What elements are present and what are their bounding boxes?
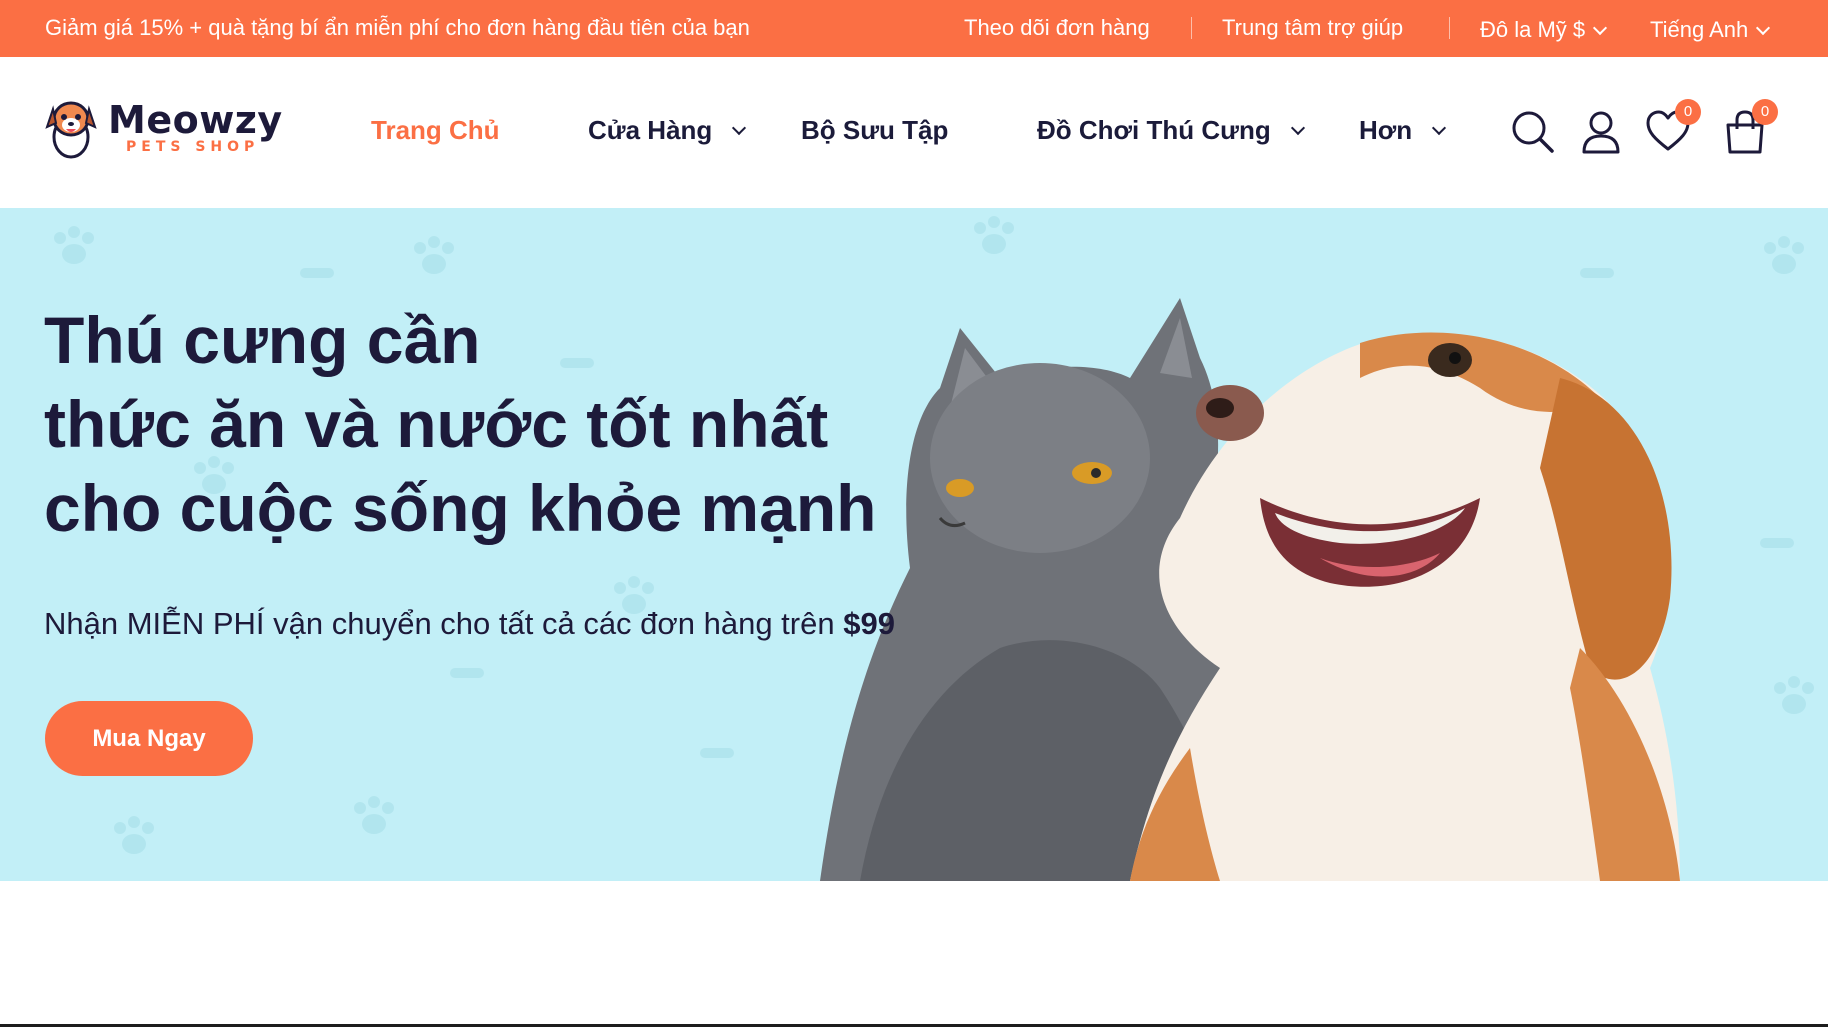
nav-collections[interactable]: Bộ Sưu Tập (801, 115, 948, 146)
account-button[interactable] (1578, 109, 1624, 155)
hero-title: Thú cưng cần thức ăn và nước tốt nhất ch… (44, 298, 944, 550)
hero-title-line-2: thức ăn và nước tốt nhất (44, 387, 829, 461)
hero-subtitle-amount: $99 (843, 606, 895, 641)
search-button[interactable] (1510, 109, 1556, 155)
hero-title-line-1: Thú cưng cần (44, 303, 481, 377)
site-header: Meowzy PETS SHOP Trang Chủ Cửa Hàng Bộ S… (0, 57, 1828, 208)
nav-pet-toys-label: Đồ Chơi Thú Cưng (1037, 115, 1271, 145)
brand-tagline: PETS SHOP (126, 139, 260, 155)
track-order-link[interactable]: Theo dõi đơn hàng (964, 15, 1150, 41)
divider (1191, 17, 1192, 39)
brand-name: Meowzy (108, 98, 283, 142)
hero-subtitle-text: Nhận MIỄN PHÍ vận chuyển cho tất cả các … (44, 606, 835, 641)
chevron-down-icon (732, 120, 747, 136)
nav-home-label: Trang Chủ (371, 115, 500, 145)
chevron-down-icon (1593, 20, 1608, 35)
chevron-down-icon (1756, 20, 1771, 35)
nav-more-label: Hơn (1359, 115, 1413, 145)
hero-subtitle: Nhận MIỄN PHÍ vận chuyển cho tất cả các … (44, 606, 895, 642)
currency-label: Đô la Mỹ $ (1480, 17, 1586, 42)
wishlist-button[interactable]: 0 (1645, 99, 1701, 155)
hero-banner: Thú cưng cần thức ăn và nước tốt nhất ch… (0, 208, 1828, 881)
wishlist-count-badge: 0 (1675, 99, 1701, 125)
nav-pet-toys[interactable]: Đồ Chơi Thú Cưng (1037, 115, 1305, 146)
search-icon (1512, 111, 1554, 153)
chevron-down-icon (1290, 120, 1305, 136)
nav-more[interactable]: Hơn (1359, 115, 1447, 146)
nav-shop-label: Cửa Hàng (588, 115, 713, 145)
logo[interactable]: Meowzy PETS SHOP (44, 97, 283, 159)
hero-title-line-3: cho cuộc sống khỏe mạnh (44, 471, 877, 545)
cart-button[interactable]: 0 (1722, 99, 1778, 155)
language-selector[interactable]: Tiếng Anh (1650, 17, 1771, 43)
nav-collections-label: Bộ Sưu Tập (801, 115, 949, 145)
user-icon (1582, 111, 1620, 154)
cart-count-badge: 0 (1752, 99, 1778, 125)
nav-home[interactable]: Trang Chủ (371, 115, 500, 146)
language-label: Tiếng Anh (1650, 17, 1749, 42)
currency-selector[interactable]: Đô la Mỹ $ (1480, 17, 1608, 43)
help-center-link[interactable]: Trung tâm trợ giúp (1222, 15, 1403, 41)
shop-now-button[interactable]: Mua Ngay (45, 701, 253, 776)
cat-and-dog-image (820, 298, 1680, 881)
announcement-bar: Giảm giá 15% + quà tặng bí ẩn miễn phí c… (0, 0, 1828, 57)
nav-shop[interactable]: Cửa Hàng (588, 115, 747, 146)
dog-logo-icon (45, 101, 97, 159)
divider (1449, 17, 1450, 39)
promo-text: Giảm giá 15% + quà tặng bí ẩn miễn phí c… (45, 15, 750, 40)
chevron-down-icon (1432, 120, 1447, 136)
